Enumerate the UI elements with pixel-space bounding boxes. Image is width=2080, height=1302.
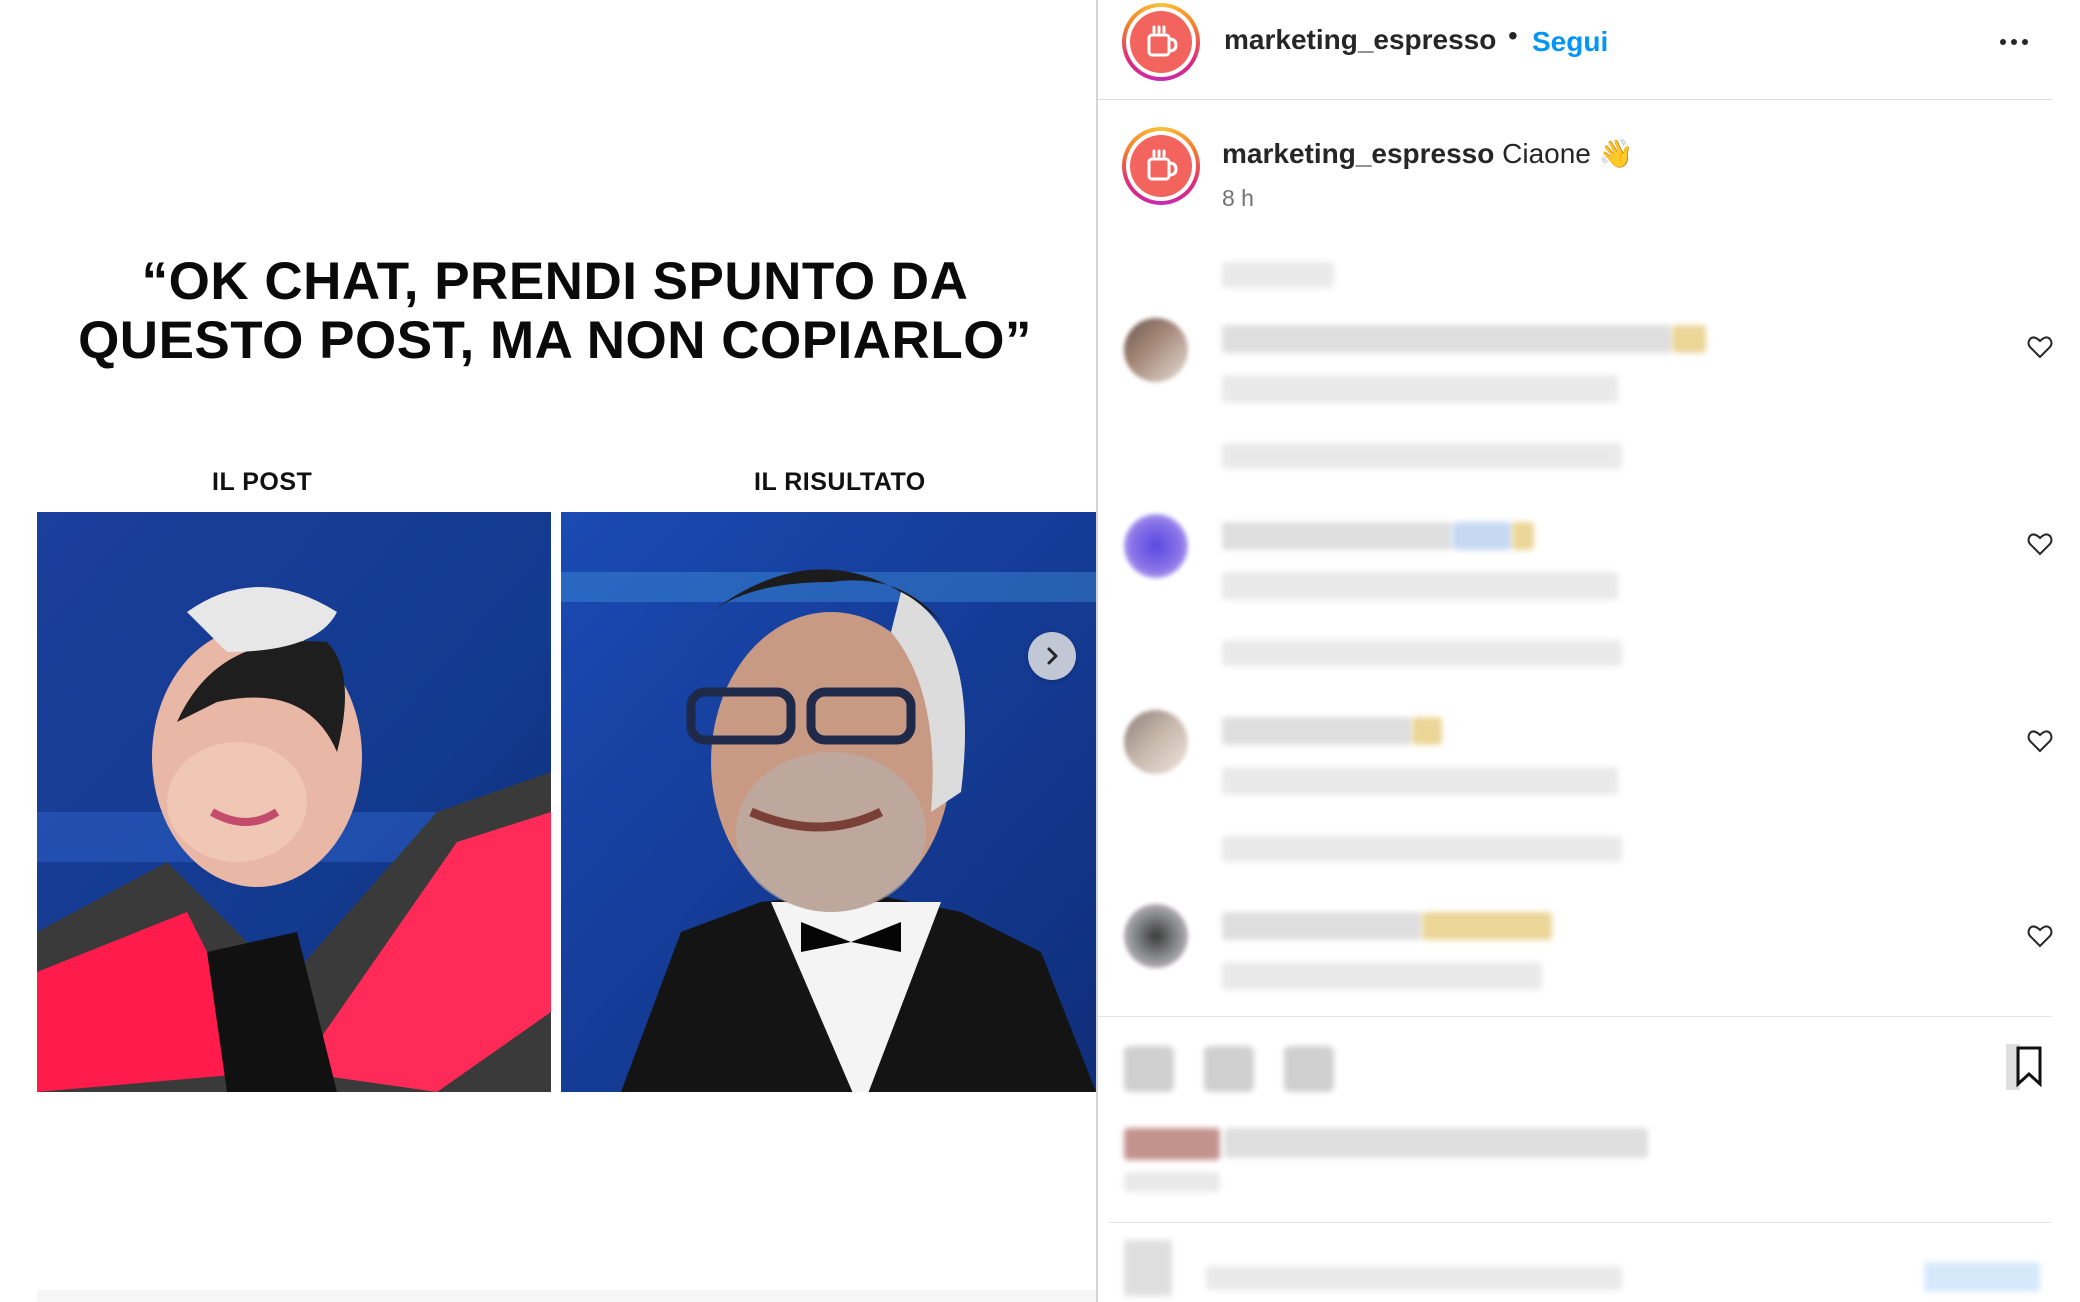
heart-icon[interactable] bbox=[2026, 530, 2054, 558]
likes-text-blurred bbox=[1224, 1128, 1648, 1158]
view-replies-blurred[interactable] bbox=[1222, 443, 1622, 469]
comment-emoji-blurred bbox=[1452, 522, 1512, 550]
comment-avatar[interactable] bbox=[1124, 514, 1188, 578]
more-options-button[interactable] bbox=[1994, 22, 2034, 62]
caption-meta-blurred bbox=[1222, 262, 1334, 288]
carousel-next-button[interactable] bbox=[1028, 632, 1076, 680]
caption-time: 8 h bbox=[1222, 185, 1254, 211]
comment-text-blurred bbox=[1222, 717, 1412, 745]
heart-icon[interactable] bbox=[2026, 333, 2054, 361]
more-options-icon bbox=[2000, 39, 2006, 45]
post-date-blurred bbox=[1124, 1172, 1220, 1192]
view-replies-blurred[interactable] bbox=[1222, 836, 1622, 862]
photo-original bbox=[37, 512, 551, 1092]
caption-body: Ciaone bbox=[1502, 138, 1591, 169]
post-headline: “OK CHAT, PRENDI SPUNTO DA QUESTO POST, … bbox=[0, 252, 1096, 370]
wave-emoji: 👋 bbox=[1598, 138, 1634, 169]
post-header: marketing_espresso • Segui bbox=[1098, 0, 2052, 100]
bookmark-icon[interactable] bbox=[2006, 1044, 2044, 1090]
heart-icon[interactable] bbox=[2026, 727, 2054, 755]
comment-emoji-blurred bbox=[1412, 717, 1442, 745]
label-il-risultato: IL RISULTATO bbox=[754, 468, 926, 496]
comment-avatar[interactable] bbox=[1124, 710, 1188, 774]
photo-result bbox=[561, 512, 1096, 1092]
headline-line-2: QUESTO POST, MA NON COPIARLO” bbox=[78, 311, 1032, 370]
comment-text-blurred bbox=[1222, 325, 1672, 353]
comment-emoji-blurred bbox=[1512, 522, 1534, 550]
chevron-right-icon bbox=[1047, 647, 1058, 665]
comments-panel: marketing_espresso • Segui marketing_esp… bbox=[1098, 0, 2080, 1302]
add-comment-divider bbox=[1108, 1222, 2052, 1223]
share-button-blurred[interactable] bbox=[1284, 1046, 1334, 1092]
comment-emoji-blurred bbox=[1422, 912, 1552, 940]
comment-meta-blurred bbox=[1222, 767, 1618, 795]
caption-text: marketing_espresso Ciaone 👋 bbox=[1222, 137, 1634, 170]
comment-button-blurred[interactable] bbox=[1204, 1046, 1254, 1092]
publish-button-blurred[interactable] bbox=[1924, 1262, 2040, 1292]
comment-meta-blurred bbox=[1222, 962, 1542, 990]
comment-text-blurred bbox=[1222, 912, 1422, 940]
label-il-post: IL POST bbox=[212, 468, 313, 496]
header-separator: • bbox=[1508, 20, 1518, 51]
coffee-cup-icon bbox=[1147, 149, 1178, 181]
comment-meta-blurred bbox=[1222, 375, 1618, 403]
coffee-cup-icon bbox=[1147, 25, 1178, 57]
follow-button[interactable]: Segui bbox=[1532, 26, 1608, 58]
view-replies-blurred[interactable] bbox=[1222, 640, 1622, 666]
headline-line-1: “OK CHAT, PRENDI SPUNTO DA bbox=[141, 252, 969, 311]
media-bottom-strip bbox=[37, 1290, 1096, 1302]
caption-username[interactable]: marketing_espresso bbox=[1222, 138, 1494, 169]
comment-emoji-blurred bbox=[1672, 325, 1706, 353]
actions-divider bbox=[1098, 1016, 2052, 1017]
likers-avatars-blurred[interactable] bbox=[1124, 1128, 1220, 1160]
post-media: “OK CHAT, PRENDI SPUNTO DA QUESTO POST, … bbox=[0, 0, 1096, 1302]
header-username[interactable]: marketing_espresso bbox=[1224, 24, 1496, 56]
author-avatar[interactable] bbox=[1122, 3, 1200, 81]
like-button-blurred[interactable] bbox=[1124, 1046, 1174, 1092]
heart-icon[interactable] bbox=[2026, 922, 2054, 950]
add-comment-input-blurred[interactable] bbox=[1206, 1266, 1622, 1290]
action-bar bbox=[1098, 1030, 2052, 1110]
comment-avatar[interactable] bbox=[1124, 904, 1188, 968]
comment-text-blurred bbox=[1222, 522, 1452, 550]
caption-avatar[interactable] bbox=[1122, 127, 1200, 205]
comment-avatar[interactable] bbox=[1124, 318, 1188, 382]
emoji-button-blurred[interactable] bbox=[1124, 1240, 1172, 1296]
comment-meta-blurred bbox=[1222, 572, 1618, 600]
